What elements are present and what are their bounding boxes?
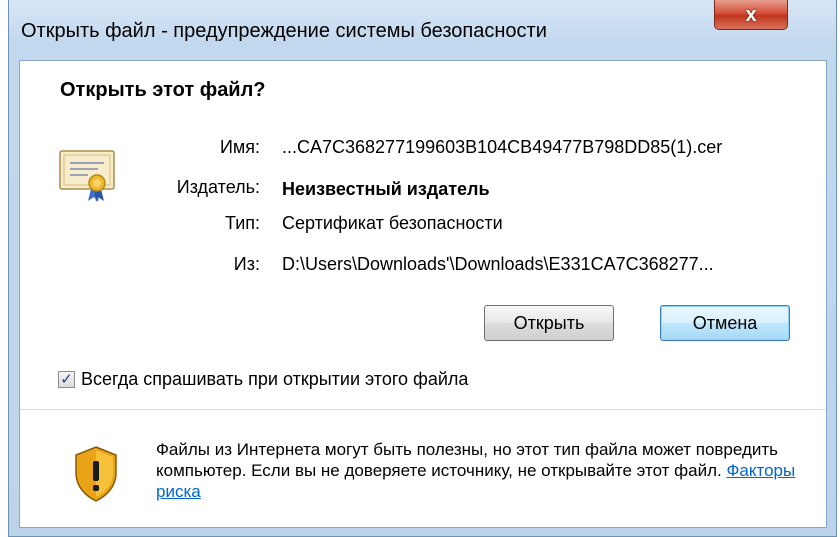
from-path-value: D:\Users\Downloads'\Downloads\E331CA7C36…	[282, 254, 714, 274]
checkmark-icon: ✓	[60, 371, 73, 388]
cancel-button[interactable]: Отмена	[660, 305, 790, 341]
certificate-icon	[58, 147, 118, 208]
dialog-body: Открыть этот файл? Имя: ...CA7C368277199…	[19, 60, 827, 528]
window-title: Открыть файл - предупреждение системы бе…	[21, 20, 547, 42]
dialog-window: Открыть файл - предупреждение системы бе…	[8, 0, 837, 537]
shield-warning-icon	[72, 445, 120, 508]
publisher-label: Издатель:	[176, 177, 260, 197]
type-value: Сертификат безопасности	[282, 213, 503, 233]
publisher-value: Неизвестный издатель	[282, 179, 490, 199]
warning-text: Файлы из Интернета могут быть полезны, н…	[156, 440, 779, 480]
always-ask-checkbox[interactable]: ✓	[58, 371, 75, 388]
separator	[20, 409, 826, 410]
from-label: Из:	[233, 254, 260, 274]
title-bar[interactable]: Открыть файл - предупреждение системы бе…	[9, 0, 836, 58]
dialog-heading: Открыть этот файл?	[60, 79, 266, 101]
close-icon: x	[745, 3, 757, 26]
name-label: Имя:	[219, 137, 260, 157]
always-ask-checkbox-row[interactable]: ✓ Всегда спрашивать при открытии этого ф…	[58, 369, 468, 390]
file-name-value: ...CA7C368277199603B104CB49477B798DD85(1…	[282, 137, 723, 157]
open-button[interactable]: Открыть	[484, 305, 614, 341]
always-ask-label[interactable]: Всегда спрашивать при открытии этого фай…	[81, 369, 468, 390]
warning-message: Файлы из Интернета могут быть полезны, н…	[156, 439, 816, 502]
close-button[interactable]: x	[714, 0, 788, 30]
type-label: Тип:	[224, 213, 260, 233]
